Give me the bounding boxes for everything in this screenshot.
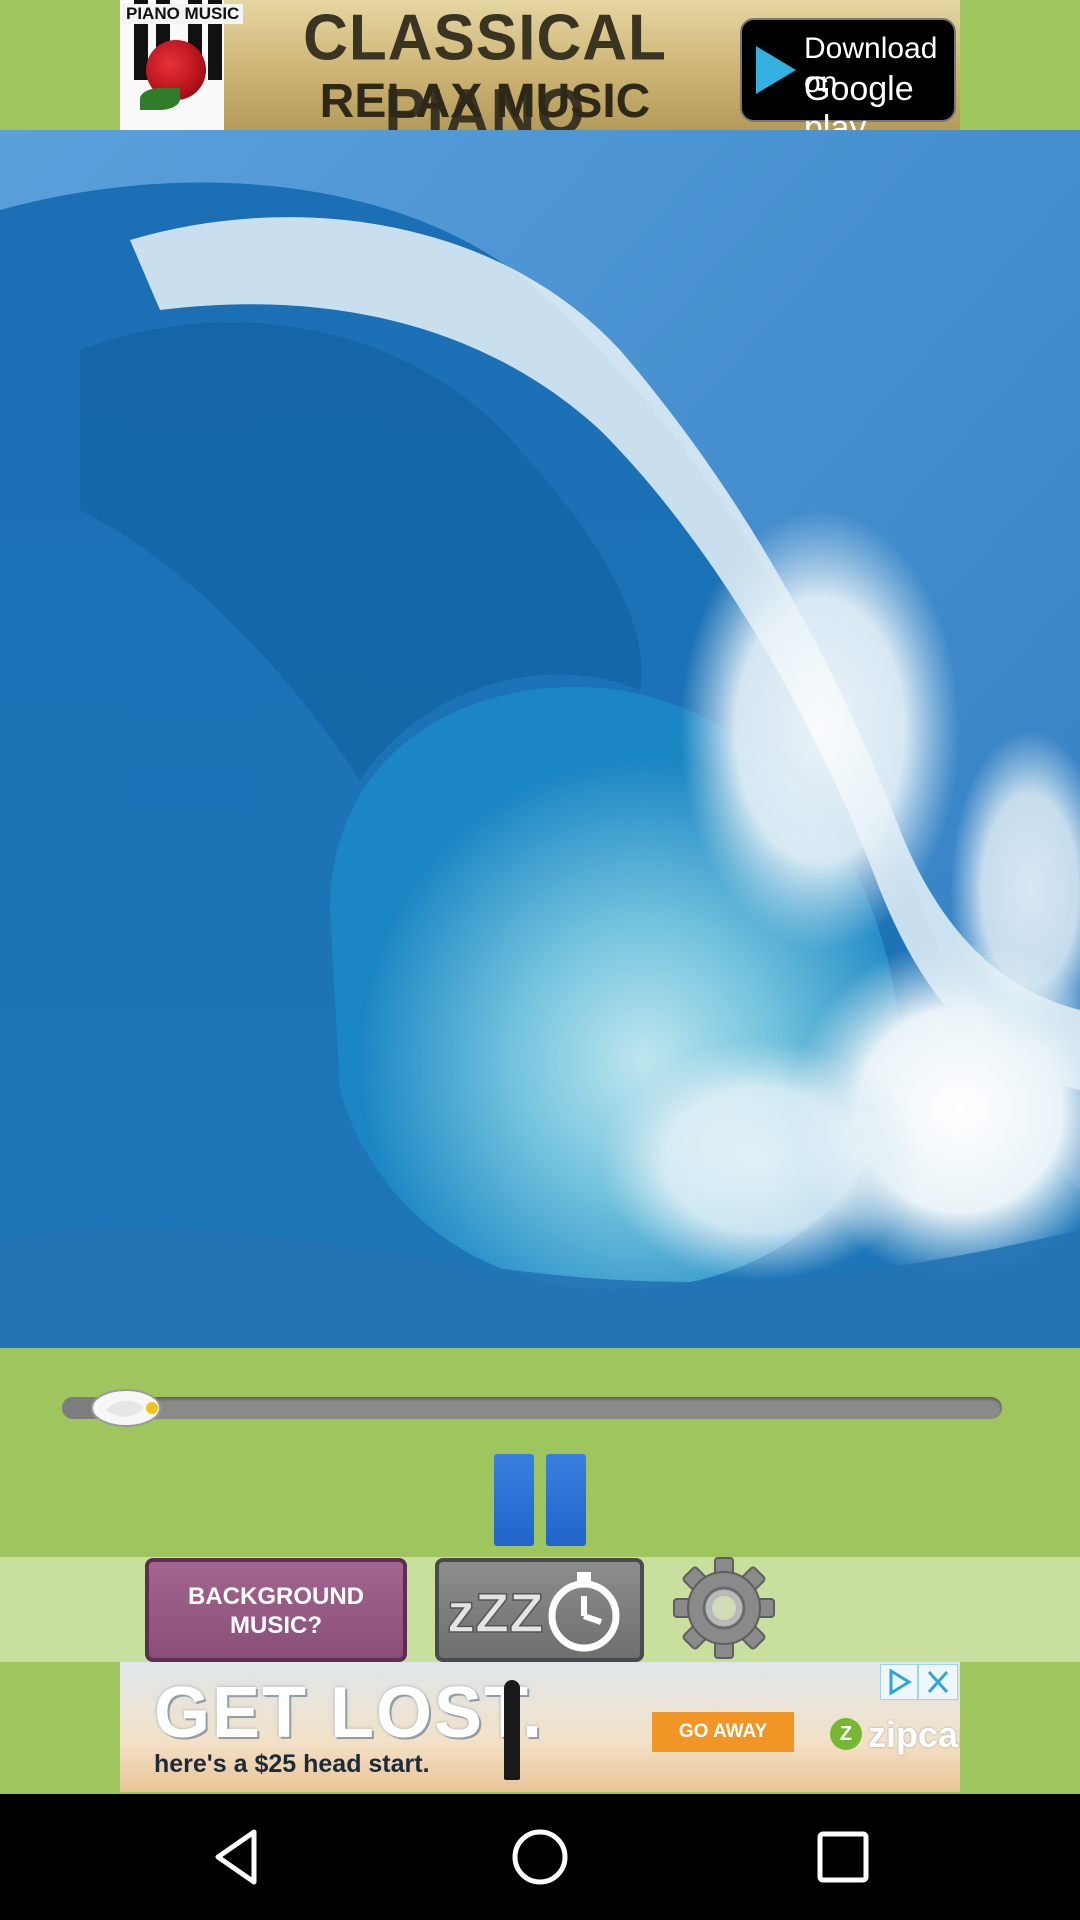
background-music-label-line1: BACKGROUND [188, 1583, 364, 1610]
ocean-wave-image [0, 130, 1080, 1348]
ad-title-line2: RELAX MUSIC [319, 75, 651, 128]
stopwatch-icon [548, 1572, 620, 1652]
ad-headline: GET LOST. [154, 1673, 545, 1753]
settings-button[interactable] [672, 1556, 776, 1660]
google-play-badge[interactable]: Download on Google play [740, 18, 956, 130]
home-icon [512, 1829, 568, 1885]
seek-thumb[interactable] [90, 1388, 166, 1428]
ad-choices-icon[interactable] [880, 1664, 918, 1700]
zipcar-brand: zipcar. [868, 1714, 960, 1755]
go-away-button[interactable]: GO AWAY [652, 1712, 794, 1752]
gear-icon [673, 1557, 775, 1659]
pause-button[interactable] [494, 1454, 586, 1546]
zipcar-logo: Z [830, 1718, 862, 1750]
navigation-bar [0, 1794, 1080, 1920]
home-button[interactable] [507, 1824, 573, 1890]
top-banner-ad[interactable]: PIANO MUSIC CLASSICAL PIANO RELAX MUSIC … [120, 0, 960, 130]
ad-close-icon[interactable] [918, 1664, 958, 1700]
back-icon [215, 1829, 257, 1885]
back-button[interactable] [204, 1824, 270, 1890]
person-silhouette [504, 1680, 520, 1780]
background-music-label-line2: MUSIC? [230, 1612, 322, 1639]
sleep-zzz-text: zZZ [447, 1581, 543, 1644]
background-music-button[interactable]: BACKGROUND MUSIC? [145, 1558, 407, 1662]
seek-bar[interactable] [62, 1397, 1002, 1419]
bottom-banner-ad[interactable]: GET LOST. here's a $25 head start. GO AW… [120, 1662, 960, 1792]
recents-button[interactable] [810, 1824, 876, 1890]
ad-subline: here's a $25 head start. [154, 1750, 430, 1778]
sleep-timer-button[interactable]: zZZ [435, 1558, 644, 1662]
recents-icon [817, 1831, 869, 1883]
badge-line2: Google play [804, 70, 914, 130]
piano-music-label: PIANO MUSIC [122, 4, 244, 24]
play-store-icon [756, 46, 796, 94]
pause-icon [494, 1454, 534, 1546]
